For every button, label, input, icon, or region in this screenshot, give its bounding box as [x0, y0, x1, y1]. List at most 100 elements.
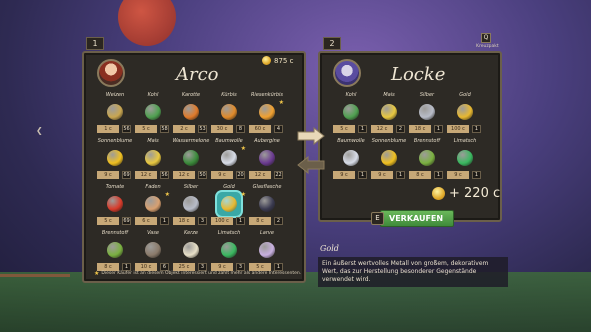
cotton-icon: [217, 146, 241, 170]
star-icon: ★: [278, 99, 284, 106]
item-quantity: 69: [122, 171, 131, 179]
item-slot[interactable]: Weizen 1 c 56: [96, 92, 134, 138]
thread-icon: [141, 192, 165, 216]
item-slot[interactable]: Karotte 2 c 53: [172, 92, 210, 138]
bottle-icon: [255, 192, 279, 216]
tomato-icon: [103, 192, 127, 216]
item-slot[interactable]: Silber 18 c3: [172, 184, 210, 230]
item-price: 100 c: [447, 125, 469, 133]
corn-icon: [141, 146, 165, 170]
item-label: Karotte: [181, 92, 201, 98]
item-slot[interactable]: Sonnenblume 9 c 69: [96, 138, 134, 184]
item-slot[interactable]: Aubergine 12 c 22: [248, 138, 286, 184]
item-slot[interactable]: Limatsch 9 c1: [446, 138, 484, 184]
item-quantity: 56: [160, 171, 169, 179]
item-slot[interactable]: Kürbis 30 c8: [210, 92, 248, 138]
sell-button[interactable]: VERKAUFEN: [380, 210, 455, 227]
item-label: Aubergine: [254, 138, 280, 144]
item-label: Kohl: [345, 92, 357, 98]
footnote-text: Dieser Käufer ist an diesem Objekt inter…: [101, 271, 302, 276]
arrow-right-icon[interactable]: [296, 127, 326, 145]
player-2-tag: 2: [323, 37, 341, 50]
item-slot[interactable]: Tomate 5 c 69: [96, 184, 134, 230]
item-info-description: Ein äußerst wertvolles Metall von großem…: [318, 257, 508, 287]
item-quantity: 1: [358, 171, 367, 179]
avatar: [97, 59, 125, 87]
star-icon: ★: [94, 270, 100, 277]
q-key-hint[interactable]: Q: [481, 33, 491, 43]
item-quantity: 50: [198, 171, 207, 179]
item-label: Brennstoff: [101, 230, 129, 236]
item-price: 18 c: [173, 217, 195, 225]
item-slot[interactable]: Baumwolle 9 c1: [332, 138, 370, 184]
item-slot[interactable]: Faden ★ 6 c1: [134, 184, 172, 230]
star-icon: ★: [240, 145, 246, 152]
item-quantity: 1: [434, 171, 443, 179]
fuel-icon: [415, 146, 439, 170]
item-quantity: 1: [236, 217, 245, 225]
item-price: 9 c: [333, 171, 355, 179]
item-price: 5 c: [97, 217, 119, 225]
item-slot[interactable]: Baumwolle ★ 9 c 20: [210, 138, 248, 184]
item-slot[interactable]: Mais 12 c2: [370, 92, 408, 138]
item-price: 9 c: [371, 171, 393, 179]
item-slot[interactable]: Glasflasche 8 c2: [248, 184, 286, 230]
silver-icon: [179, 192, 203, 216]
item-slot[interactable]: Kohl 5 c1: [332, 92, 370, 138]
item-slot[interactable]: Wassermelone 12 c 50: [172, 138, 210, 184]
item-price: 6 c: [135, 217, 157, 225]
chevron-left-icon[interactable]: ❮: [36, 126, 43, 135]
item-price: 9 c: [447, 171, 469, 179]
sale-total: + 220 c: [432, 186, 500, 201]
item-slot[interactable]: Kohl 5 c 58: [134, 92, 172, 138]
item-price: 12 c: [173, 171, 195, 179]
item-label: Baumwolle: [337, 138, 365, 144]
item-quantity: 69: [122, 217, 131, 225]
item-slot[interactable]: Riesenkürbis ★ 60 c4: [248, 92, 286, 138]
item-label: Glasflasche: [252, 184, 282, 190]
item-slot[interactable]: Gold ★ 100 c1: [210, 184, 248, 230]
item-price: 8 c: [409, 171, 431, 179]
item-label: Vase: [147, 230, 159, 236]
item-price: 18 c: [409, 125, 431, 133]
item-price: 60 c: [249, 125, 271, 133]
item-quantity: 2: [396, 125, 405, 133]
item-label: Riesenkürbis: [250, 92, 284, 98]
item-price: 12 c: [371, 125, 393, 133]
sell-grid: Kohl 5 c 1 Mais 12 c 2 Silber 18 c 1 Gold 100 c 1 Ba…: [332, 92, 484, 184]
fuel-icon: [103, 238, 127, 262]
item-label: Wassermelone: [172, 138, 210, 144]
item-label: Gold: [223, 184, 235, 190]
item-price: 9 c: [211, 171, 233, 179]
player-money: 875 c: [262, 56, 293, 65]
item-label: Silber: [183, 184, 199, 190]
item-label: Kerze: [184, 230, 198, 236]
giant-pumpkin-icon: [255, 100, 279, 124]
candle-icon: [179, 238, 203, 262]
wheat-icon: [103, 100, 127, 124]
item-label: Larve: [260, 230, 274, 236]
item-slot[interactable]: Mais 12 c 56: [134, 138, 172, 184]
item-slot[interactable]: Gold 100 c1: [446, 92, 484, 138]
vase-icon: [141, 238, 165, 262]
item-quantity: 1: [472, 171, 481, 179]
arrow-left-icon[interactable]: [296, 156, 326, 174]
item-slot[interactable]: Silber 18 c1: [408, 92, 446, 138]
gold-icon: [453, 100, 477, 124]
item-label: Weizen: [105, 92, 125, 98]
item-label: Faden: [145, 184, 161, 190]
item-quantity: 1: [160, 217, 169, 225]
item-slot[interactable]: Brennstoff 8 c1: [408, 138, 446, 184]
e-key-hint: E: [371, 212, 384, 225]
item-slot[interactable]: Sonnenblume 9 c1: [370, 138, 408, 184]
item-quantity: 2: [274, 217, 283, 225]
sell-button-group[interactable]: E VERKAUFEN: [371, 210, 455, 227]
item-quantity: 4: [274, 125, 283, 133]
item-quantity: 1: [472, 125, 481, 133]
watermelon-icon: [179, 146, 203, 170]
corn-icon: [377, 100, 401, 124]
item-quantity: 3: [198, 217, 207, 225]
item-label: Gold: [459, 92, 471, 98]
star-icon: ★: [240, 191, 246, 198]
inventory-grid: Weizen 1 c 56 Kohl 5 c 58 Karotte 2 c 53 Kürbis 30…: [96, 92, 286, 276]
